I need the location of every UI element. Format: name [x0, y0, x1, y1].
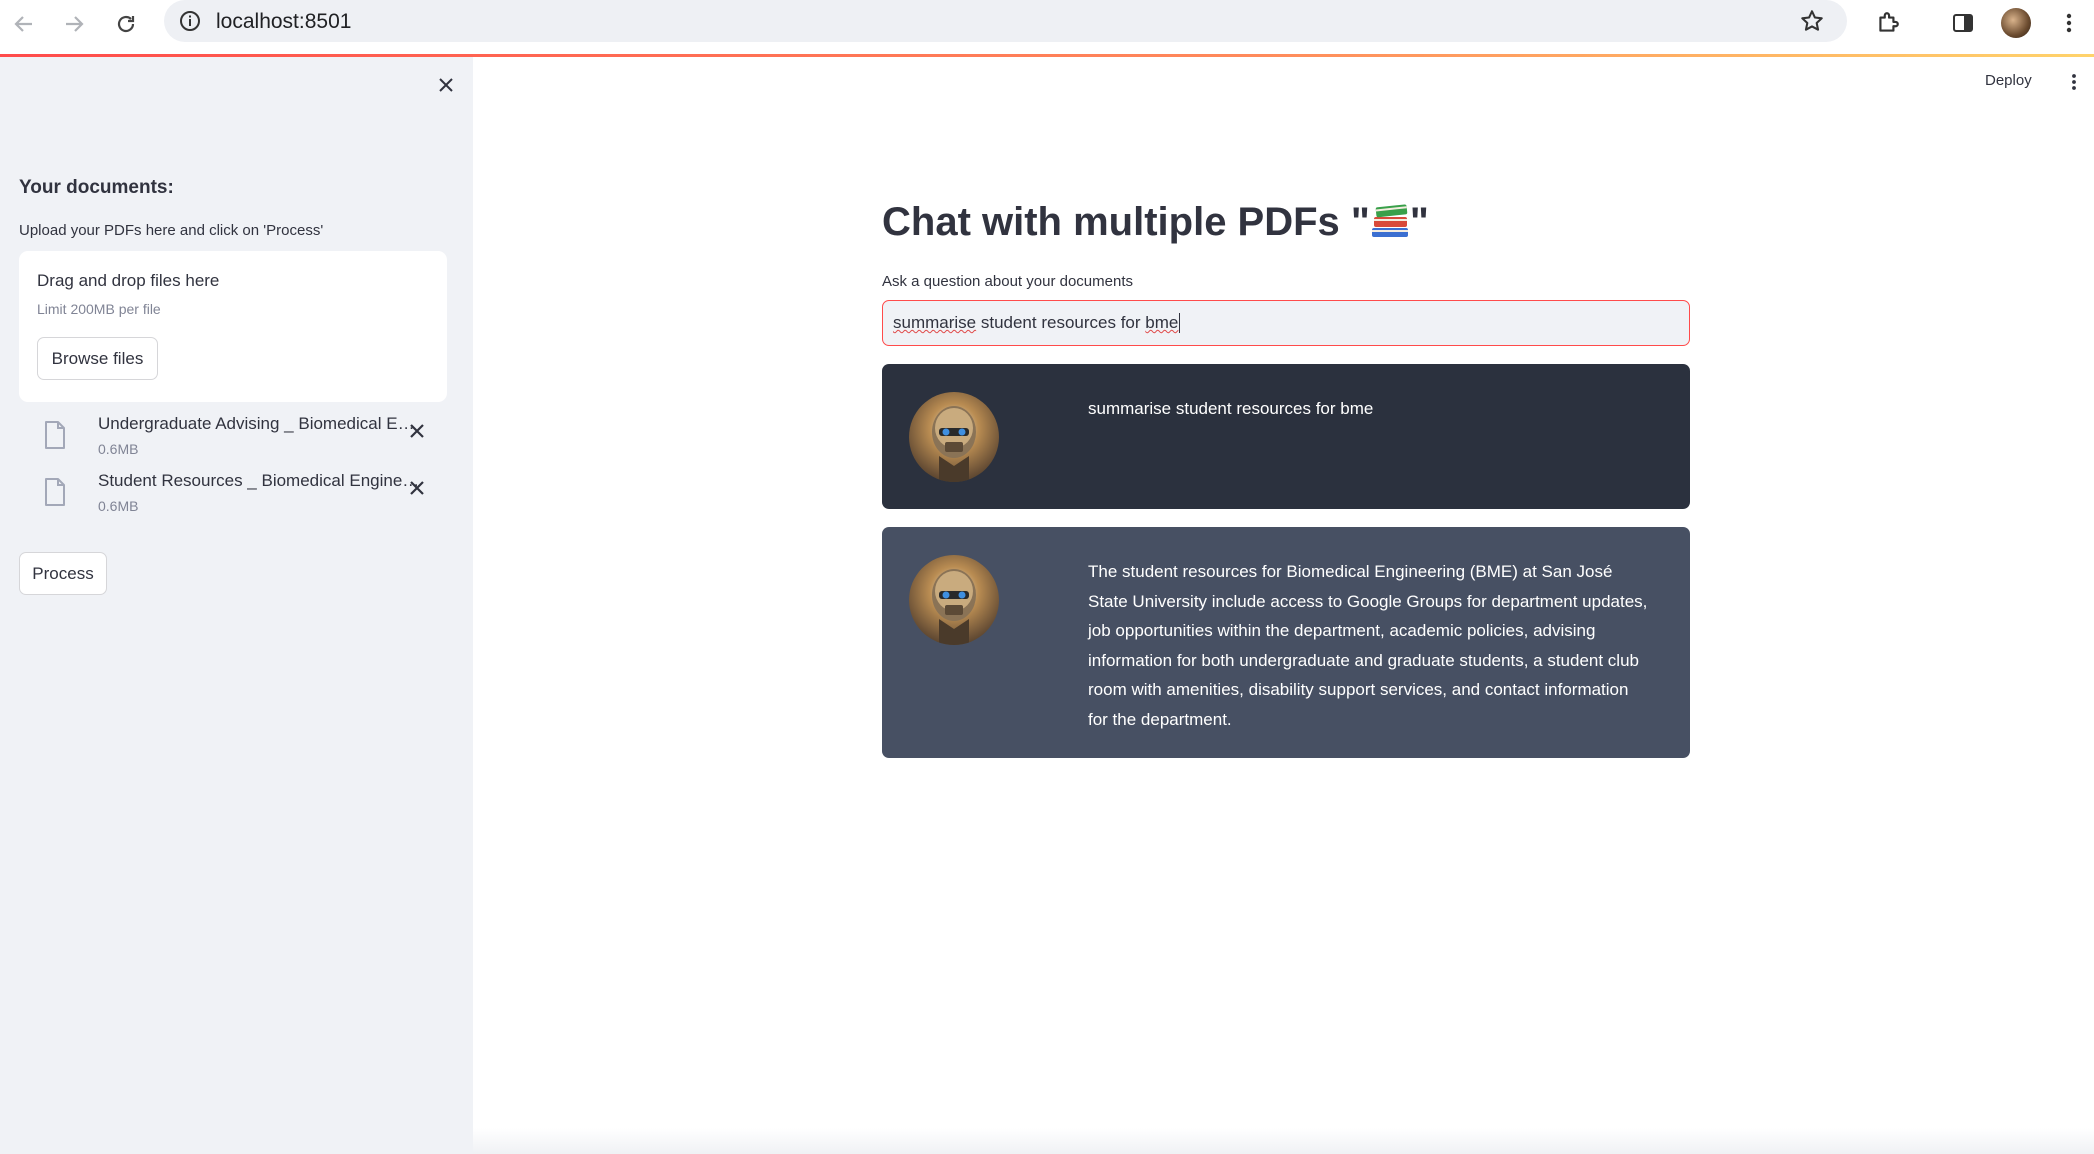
- file-size: 0.6MB: [98, 498, 139, 514]
- dropzone-title: Drag and drop files here: [37, 271, 220, 290]
- dropzone-limit: Limit 200MB per file: [37, 301, 161, 317]
- sidebar: Your documents: Upload your PDFs here an…: [0, 57, 473, 1154]
- file-size: 0.6MB: [98, 441, 139, 457]
- kebab-menu-icon: [2066, 13, 2072, 33]
- reload-icon: [117, 15, 135, 33]
- chat-message-text: summarise student resources for bme: [1088, 399, 1374, 418]
- puzzle-icon: [1879, 12, 1899, 32]
- side-panel-button[interactable]: [1946, 6, 1980, 40]
- page-title-text: Chat with multiple PDFs ": [882, 200, 1370, 244]
- uploaded-file-item: Undergraduate Advising _ Biomedical Engi…: [19, 414, 447, 464]
- question-label: Ask a question about your documents: [882, 273, 1133, 290]
- profile-button[interactable]: [1999, 6, 2033, 40]
- bottom-shade: [473, 1128, 2094, 1154]
- app-menu-button[interactable]: [2064, 70, 2084, 94]
- back-button[interactable]: [6, 6, 42, 42]
- robot-avatar-image: [932, 569, 976, 645]
- upload-hint: Upload your PDFs here and click on 'Proc…: [19, 222, 324, 239]
- books-icon: [1370, 203, 1410, 239]
- uploaded-file-item: Student Resources _ Biomedical Engineeri…: [19, 471, 447, 521]
- arrow-left-icon: [14, 16, 32, 32]
- side-panel-icon: [1953, 14, 1973, 32]
- file-name: Student Resources _ Biomedical Engineeri…: [98, 471, 423, 490]
- deploy-button[interactable]: Deploy: [1985, 72, 2032, 89]
- process-button[interactable]: Process: [19, 552, 107, 595]
- file-icon: [45, 478, 65, 506]
- sidebar-close-button[interactable]: [432, 71, 460, 99]
- close-icon: [410, 424, 424, 438]
- info-icon[interactable]: [178, 9, 202, 33]
- extensions-button[interactable]: [1871, 6, 1905, 40]
- chat-message-text: The student resources for Biomedical Eng…: [1088, 562, 1648, 729]
- file-dropzone[interactable]: Drag and drop files here Limit 200MB per…: [19, 251, 447, 402]
- file-name: Undergraduate Advising _ Biomedical Engi…: [98, 414, 423, 433]
- file-icon: [45, 421, 65, 449]
- browse-files-button[interactable]: Browse files: [37, 337, 158, 380]
- robot-avatar-image: [932, 406, 976, 482]
- page-title: Chat with multiple PDFs " ": [882, 200, 1429, 245]
- robot-avatar: [909, 555, 999, 645]
- url-text[interactable]: localhost:8501: [216, 10, 351, 34]
- remove-file-button[interactable]: [404, 418, 430, 444]
- browser-toolbar: localhost:8501: [0, 0, 2094, 54]
- reload-button[interactable]: [108, 6, 144, 42]
- text-caret: [1179, 313, 1181, 333]
- address-bar[interactable]: localhost:8501: [164, 0, 1847, 42]
- chat-message-bot: The student resources for Biomedical Eng…: [882, 527, 1690, 758]
- close-icon: [439, 78, 453, 92]
- avatar: [2001, 8, 2031, 38]
- remove-file-button[interactable]: [404, 475, 430, 501]
- star-icon[interactable]: [1799, 8, 1825, 34]
- sidebar-title: Your documents:: [19, 177, 174, 198]
- question-input[interactable]: summarise student resources for bme: [882, 300, 1690, 346]
- kebab-menu-icon: [2072, 74, 2076, 90]
- chat-message-user: summarise student resources for bme: [882, 364, 1690, 509]
- arrow-right-icon: [66, 16, 84, 32]
- close-icon: [410, 481, 424, 495]
- robot-avatar: [909, 392, 999, 482]
- browser-menu-button[interactable]: [2052, 6, 2086, 40]
- forward-button[interactable]: [56, 6, 92, 42]
- question-input-value[interactable]: summarise student resources for bme: [893, 313, 1178, 333]
- page-title-suffix: ": [1409, 200, 1429, 244]
